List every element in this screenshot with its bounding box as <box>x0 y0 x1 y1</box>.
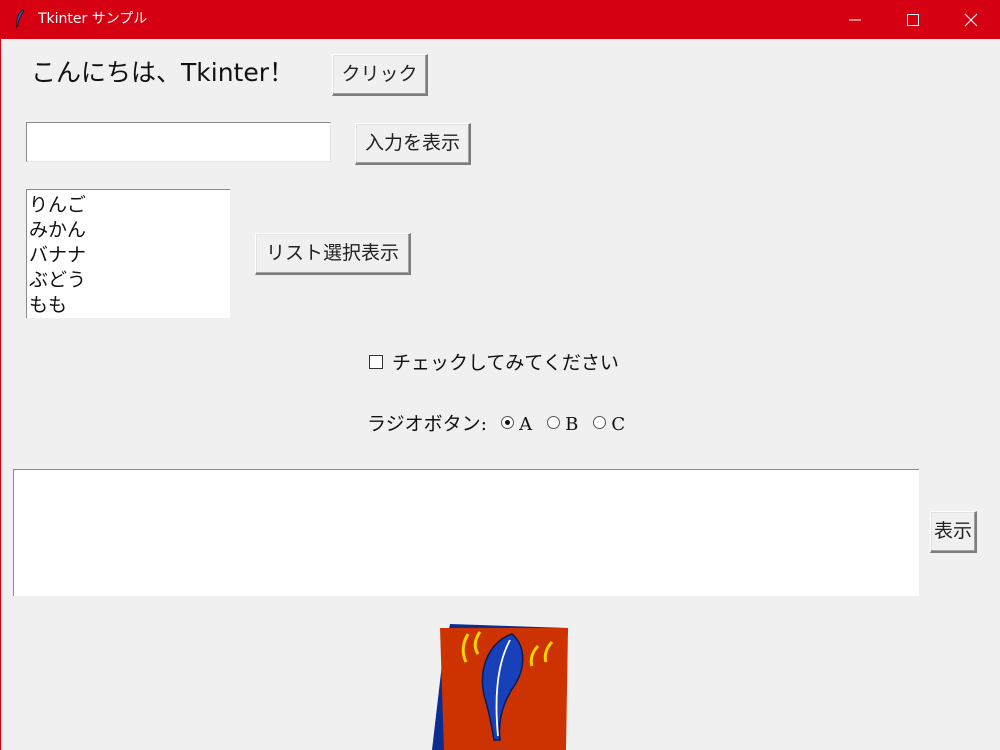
radio-group-label: ラジオボタン: <box>367 413 488 435</box>
radio-group: ラジオボタン: A B C <box>367 411 634 437</box>
radio-b-indicator[interactable] <box>547 416 561 429</box>
radio-c-indicator[interactable] <box>593 416 607 429</box>
window-title: Tkinter サンプル <box>38 11 148 27</box>
maximize-button[interactable] <box>884 0 942 39</box>
radio-c[interactable] <box>593 410 607 436</box>
list-item[interactable]: バナナ <box>27 243 230 268</box>
checkbox-label: チェックしてみてください <box>392 352 619 374</box>
minimize-button[interactable] <box>826 0 884 39</box>
show-button[interactable]: 表示 <box>930 511 977 553</box>
window-border <box>0 39 1 750</box>
title-bar: Tkinter サンプル <box>0 0 1000 39</box>
list-select-button[interactable]: リスト選択表示 <box>255 233 411 275</box>
list-item[interactable]: もも <box>27 293 230 318</box>
close-button[interactable] <box>942 0 1000 39</box>
tcl-feather-logo <box>432 624 568 750</box>
greeting-label: こんにちは、Tkinter！ <box>31 58 295 87</box>
close-icon <box>964 13 978 27</box>
radio-c-label: C <box>611 414 626 435</box>
fruit-listbox[interactable]: りんご みかん バナナ ぶどう もも <box>26 189 230 318</box>
checkbox[interactable] <box>369 355 383 369</box>
text-entry[interactable] <box>26 122 331 162</box>
list-item[interactable]: みかん <box>27 218 230 243</box>
maximize-icon <box>907 14 919 26</box>
text-area[interactable] <box>13 469 919 596</box>
click-button[interactable]: クリック <box>332 54 428 96</box>
checkbox-row[interactable]: チェックしてみてください <box>369 350 619 376</box>
radio-a-label: A <box>519 414 533 435</box>
radio-a-indicator[interactable] <box>501 416 515 429</box>
show-input-button[interactable]: 入力を表示 <box>355 123 471 165</box>
feather-icon <box>15 9 25 29</box>
radio-b-label: B <box>565 414 579 435</box>
list-item[interactable]: りんご <box>27 193 230 218</box>
radio-b[interactable] <box>547 410 561 436</box>
minimize-icon <box>849 19 861 21</box>
radio-a[interactable] <box>501 410 515 436</box>
list-item[interactable]: ぶどう <box>27 268 230 293</box>
